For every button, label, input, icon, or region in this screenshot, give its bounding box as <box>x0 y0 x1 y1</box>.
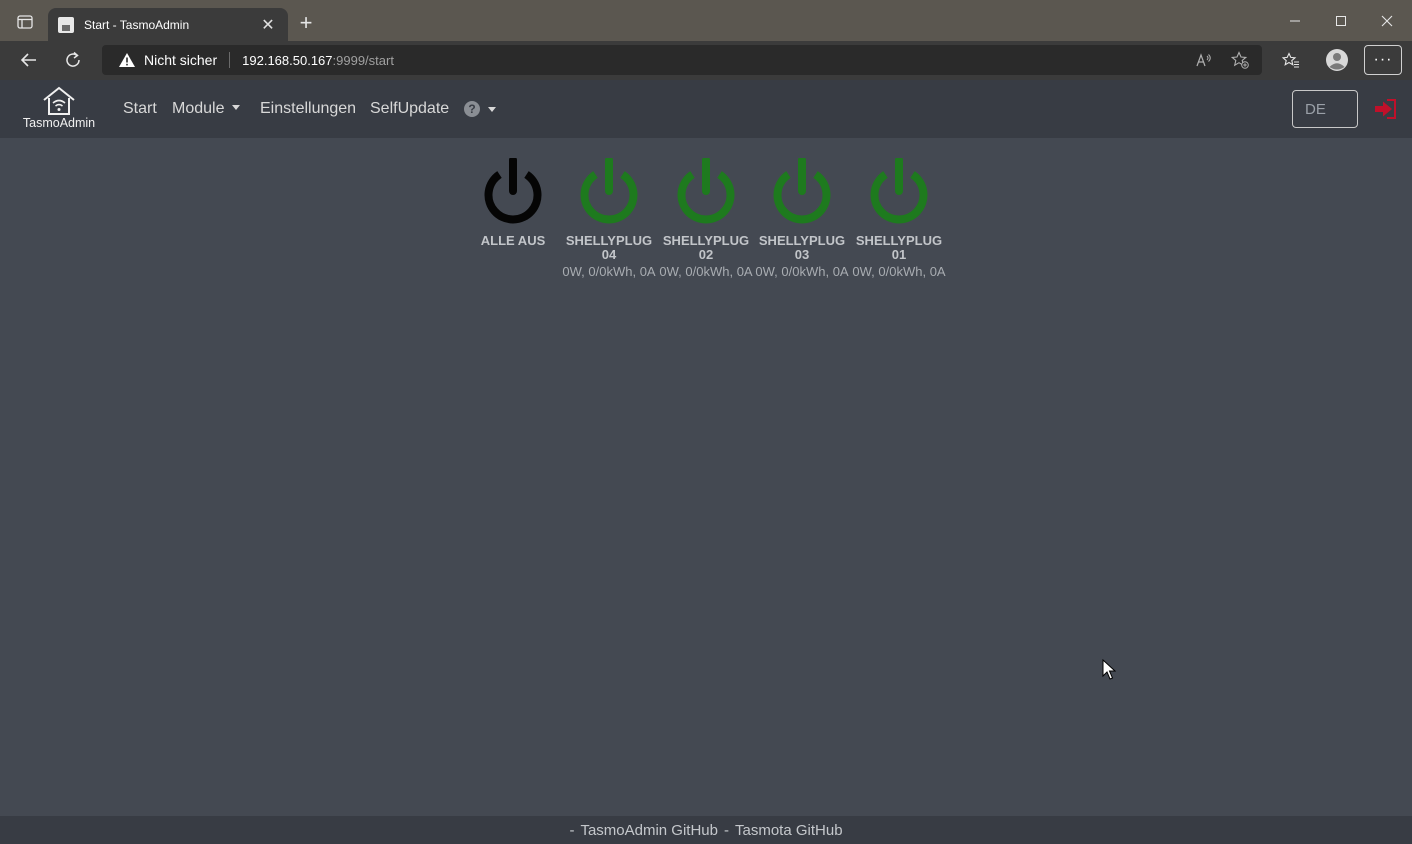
tab-actions-icon <box>17 15 33 29</box>
caret-down-icon <box>488 106 496 112</box>
read-aloud-icon[interactable] <box>1194 51 1214 69</box>
browser-menu-button[interactable]: ··· <box>1364 45 1402 75</box>
nav-einstellungen[interactable]: Einstellungen <box>260 100 356 118</box>
caret-down-icon <box>232 105 241 110</box>
close-icon <box>1381 15 1393 27</box>
app-navbar: TasmoAdmin Start Module Einstellungen Se… <box>0 80 1412 138</box>
favorites-icon <box>1282 52 1299 68</box>
address-bar[interactable]: Nicht sicher 192.168.50.167:9999/start <box>102 45 1262 75</box>
help-dropdown[interactable]: ? <box>464 101 496 117</box>
nav-module[interactable]: Module <box>172 100 241 118</box>
reload-button[interactable] <box>58 46 88 74</box>
warning-icon <box>119 53 135 67</box>
browser-titlebar: Start - TasmoAdmin ✕ + <box>0 0 1412 41</box>
add-favorite-icon[interactable] <box>1230 51 1250 69</box>
device-card[interactable]: SHELLYPLUG 03 0W, 0/0kWh, 0A <box>754 158 850 279</box>
device-card[interactable]: SHELLYPLUG 01 0W, 0/0kWh, 0A <box>851 158 947 279</box>
tab-close-icon[interactable]: ✕ <box>258 15 278 35</box>
footer-separator: - <box>569 821 575 839</box>
device-name: SHELLYPLUG 02 <box>662 233 750 262</box>
device-card[interactable]: SHELLYPLUG 02 0W, 0/0kWh, 0A <box>658 158 754 279</box>
back-arrow-icon <box>20 53 36 67</box>
footer-separator: - <box>724 821 729 839</box>
tasmoadmin-github-link[interactable]: TasmoAdmin GitHub <box>580 822 718 839</box>
nav-selfupdate[interactable]: SelfUpdate <box>370 100 449 118</box>
profile-button[interactable] <box>1322 46 1352 74</box>
nav-module-label: Module <box>172 100 225 117</box>
minimize-button[interactable] <box>1272 6 1318 36</box>
url-path: :9999/start <box>332 52 394 68</box>
brand-logo[interactable]: TasmoAdmin <box>18 86 100 134</box>
device-stats: 0W, 0/0kWh, 0A <box>755 264 849 279</box>
mouse-cursor-icon <box>1102 659 1116 680</box>
url-host: 192.168.50.167 <box>242 52 333 68</box>
reload-icon <box>66 51 80 67</box>
logout-icon[interactable] <box>1374 99 1396 119</box>
device-all-off[interactable]: ALLE AUS <box>465 158 561 248</box>
device-stats: 0W, 0/0kWh, 0A <box>659 264 753 279</box>
language-select[interactable]: DE <box>1292 90 1358 128</box>
browser-tab[interactable]: Start - TasmoAdmin ✕ <box>48 8 288 41</box>
new-tab-button[interactable]: + <box>294 12 318 36</box>
device-name: SHELLYPLUG 03 <box>758 233 846 262</box>
device-name: SHELLYPLUG 01 <box>855 233 943 262</box>
device-stats: 0W, 0/0kWh, 0A <box>852 264 946 279</box>
minimize-icon <box>1290 20 1300 22</box>
footer: - TasmoAdmin GitHub - Tasmota GitHub <box>0 816 1412 844</box>
maximize-button[interactable] <box>1318 6 1364 36</box>
power-icon[interactable] <box>674 158 738 228</box>
browser-toolbar: Nicht sicher 192.168.50.167:9999/start ·… <box>0 41 1412 80</box>
nav-start[interactable]: Start <box>123 100 157 118</box>
tab-title: Start - TasmoAdmin <box>84 17 190 32</box>
window-close-button[interactable] <box>1364 6 1410 36</box>
favicon-icon <box>58 16 74 33</box>
not-secure-label[interactable]: Nicht sicher <box>144 52 217 68</box>
maximize-icon <box>1336 16 1346 26</box>
back-button[interactable] <box>14 46 44 74</box>
device-name: ALLE AUS <box>480 233 546 248</box>
address-separator <box>229 52 231 68</box>
device-card[interactable]: SHELLYPLUG 04 0W, 0/0kWh, 0A <box>561 158 657 279</box>
power-icon[interactable] <box>770 158 834 228</box>
home-wifi-icon <box>43 86 75 115</box>
power-icon[interactable] <box>481 158 545 228</box>
tab-actions-button[interactable] <box>8 8 42 36</box>
device-name: SHELLYPLUG 04 <box>565 233 653 262</box>
help-icon: ? <box>464 101 480 117</box>
profile-avatar-icon <box>1326 49 1348 71</box>
brand-name: TasmoAdmin <box>22 116 96 130</box>
power-icon[interactable] <box>577 158 641 228</box>
power-icon[interactable] <box>867 158 931 228</box>
favorites-button[interactable] <box>1276 46 1306 74</box>
tasmota-github-link[interactable]: Tasmota GitHub <box>735 822 843 839</box>
device-stats: 0W, 0/0kWh, 0A <box>562 264 656 279</box>
